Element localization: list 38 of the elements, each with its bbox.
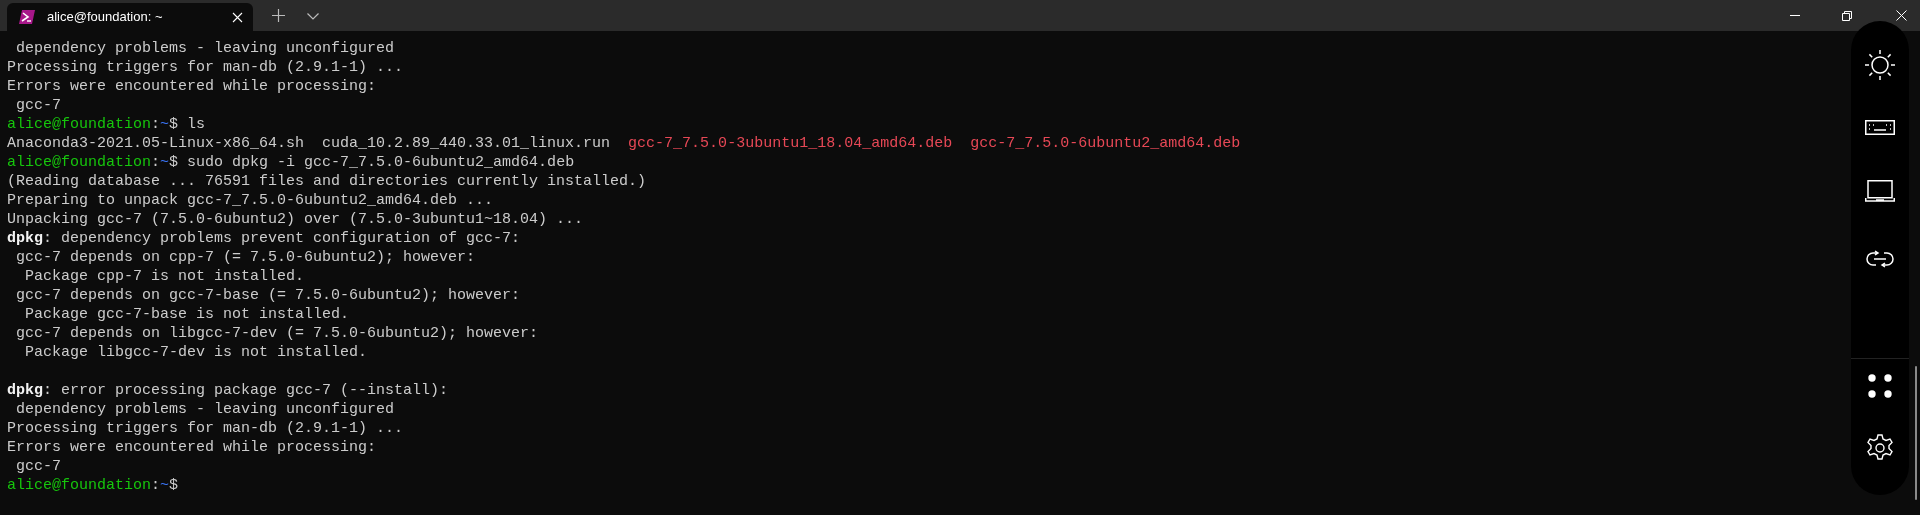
chevron-down-icon[interactable]	[307, 13, 319, 20]
terminal-line: gcc-7 depends on libgcc-7-dev (= 7.5.0-6ubuntu2); however:	[15, 324, 539, 343]
new-tab-icon[interactable]	[272, 9, 285, 22]
terminal-line: Preparing to unpack gcc-7_7.5.0-6ubuntu2_amd64.deb ...	[7, 191, 494, 210]
apps-icon[interactable]	[1868, 374, 1892, 398]
terminal-line: dpkg: dependency problems prevent configuration of gcc-7:	[7, 229, 521, 248]
terminal-tab[interactable]: alice@foundation: ~	[7, 3, 253, 31]
terminal-line: Package cpp-7 is not installed.	[24, 267, 305, 286]
terminal-line: Unpacking gcc-7 (7.5.0-6ubuntu2) over (7.5.0-3ubuntu1~18.04) ...	[7, 210, 584, 229]
loop-icon[interactable]	[1865, 250, 1895, 268]
restore-icon[interactable]	[1842, 10, 1852, 21]
terminal-line: alice@foundation:~$ sudo dpkg -i gcc-7_7.5.0-6ubuntu2_amd64.deb	[7, 153, 575, 172]
terminal-line: Processing triggers for man-db (2.9.1-1) ...	[7, 58, 404, 77]
terminal-line: Processing triggers for man-db (2.9.1-1) ...	[7, 419, 404, 438]
close-icon[interactable]	[232, 11, 243, 23]
keyboard-icon[interactable]	[1865, 120, 1895, 135]
scrollbar-thumb[interactable]	[1915, 366, 1917, 500]
terminal-line: gcc-7 depends on gcc-7-base (= 7.5.0-6ubuntu2); however:	[15, 286, 521, 305]
close-icon[interactable]	[1896, 10, 1907, 21]
terminal-line: alice@foundation:~$	[7, 476, 179, 495]
terminal-line: dependency problems - leaving unconfigured	[15, 400, 395, 419]
terminal-line: dependency problems - leaving unconfigured	[15, 39, 395, 58]
terminal-line: (Reading database ... 76591 files and directories currently installed.)	[7, 172, 647, 191]
terminal-line: dpkg: error processing package gcc-7 (--install):	[7, 381, 449, 400]
terminal-line: Errors were encountered while processing:	[7, 77, 377, 96]
settings-icon[interactable]	[1866, 434, 1894, 462]
terminal-line: Package libgcc-7-dev is not installed.	[24, 343, 368, 362]
terminal-line: gcc-7 depends on cpp-7 (= 7.5.0-6ubuntu2); however:	[15, 248, 476, 267]
laptop-icon[interactable]	[1865, 180, 1895, 202]
terminal-line: gcc-7	[15, 457, 61, 476]
powershell-icon	[19, 10, 35, 24]
brightness-icon[interactable]	[1865, 50, 1895, 80]
terminal-line: Anaconda3-2021.05-Linux-x86_64.sh cuda_10.2.89_440.33.01_linux.run gcc-7_7.5.0-3ubuntu1_18.04_amd64.deb gcc-7_7.5.0-6ubuntu2_amd64.deb	[7, 134, 1241, 153]
terminal-line: gcc-7	[15, 96, 61, 115]
terminal-line: Package gcc-7-base is not installed.	[24, 305, 350, 324]
terminal-line: Errors were encountered while processing:	[7, 438, 377, 457]
terminal-line: alice@foundation:~$ ls	[7, 115, 206, 134]
tab-title: alice@foundation: ~	[47, 8, 164, 27]
